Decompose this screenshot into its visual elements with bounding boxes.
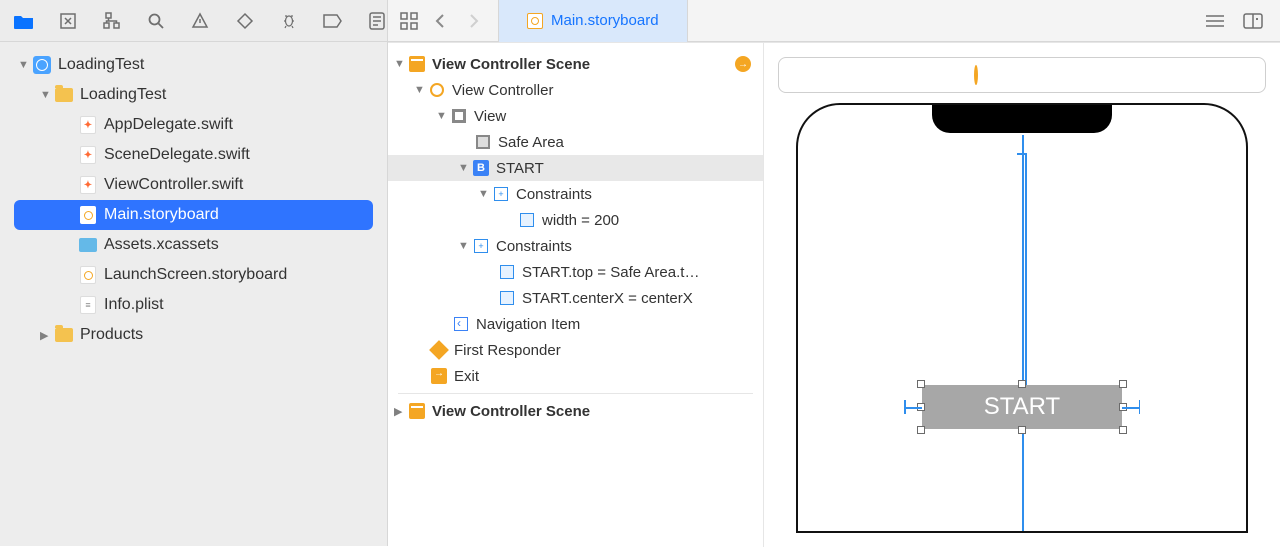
file-appdelegate[interactable]: AppDelegate.swift	[0, 110, 387, 140]
width-constraint-bar	[904, 400, 906, 414]
project-root[interactable]: ▼LoadingTest	[0, 50, 387, 80]
group-products[interactable]: ▶Products	[0, 320, 387, 350]
outline-first-responder[interactable]: First Responder	[388, 337, 763, 363]
selection-handle[interactable]	[1018, 380, 1026, 388]
file-viewcontroller[interactable]: ViewController.swift	[0, 170, 387, 200]
outline-nav-item[interactable]: Navigation Item	[388, 311, 763, 337]
outline-top-constraint[interactable]: START.top = Safe Area.t…	[388, 259, 763, 285]
selection-handle[interactable]	[917, 426, 925, 434]
outline-scene-2[interactable]: ▶View Controller Scene	[388, 398, 763, 424]
selection-handle[interactable]	[1119, 426, 1127, 434]
top-constraint-guide	[1021, 153, 1023, 403]
entry-point-icon	[735, 56, 751, 72]
issue-navigator-icon[interactable]	[190, 10, 210, 32]
outline-scene-1[interactable]: ▼View Controller Scene	[388, 51, 763, 77]
test-navigator-icon[interactable]	[235, 10, 255, 32]
selection-handle[interactable]	[917, 380, 925, 388]
file-main-storyboard[interactable]: Main.storyboard	[14, 200, 373, 230]
interface-builder-canvas[interactable]: START	[764, 43, 1280, 547]
vc-dock-icon[interactable]	[974, 67, 990, 83]
breakpoint-navigator-icon[interactable]	[323, 10, 343, 32]
start-button-canvas[interactable]: START	[922, 385, 1122, 429]
exit-dock-icon[interactable]	[1054, 67, 1070, 83]
source-control-icon[interactable]	[58, 10, 78, 32]
width-constraint-indicator	[904, 407, 922, 409]
add-editor-icon[interactable]	[1242, 10, 1264, 32]
start-button-label: START	[984, 393, 1060, 421]
file-assets[interactable]: Assets.xcassets	[0, 230, 387, 260]
selection-handle[interactable]	[1018, 426, 1026, 434]
toolbar: Main.storyboard	[0, 0, 1280, 42]
outline-centerx-constraint[interactable]: START.centerX = centerX	[388, 285, 763, 311]
debug-navigator-icon[interactable]	[279, 10, 299, 32]
report-navigator-icon[interactable]	[367, 10, 387, 32]
file-launchscreen[interactable]: LaunchScreen.storyboard	[0, 260, 387, 290]
related-items-icon[interactable]	[398, 10, 420, 32]
symbol-navigator-icon[interactable]	[102, 10, 122, 32]
tab-label: Main.storyboard	[551, 12, 659, 29]
device-frame[interactable]: START	[796, 103, 1248, 533]
outline-start-button[interactable]: ▼BSTART	[388, 155, 763, 181]
outline-constraints-1[interactable]: ▼Constraints	[388, 181, 763, 207]
file-scenedelegate[interactable]: SceneDelegate.swift	[0, 140, 387, 170]
navigator-toolbar	[0, 0, 388, 41]
find-navigator-icon[interactable]	[146, 10, 166, 32]
file-info-plist[interactable]: Info.plist	[0, 290, 387, 320]
editor-toolbar: Main.storyboard	[388, 0, 1280, 42]
document-outline: ▼View Controller Scene ▼View Controller …	[388, 43, 764, 547]
editor-tab[interactable]: Main.storyboard	[498, 0, 688, 42]
group-folder[interactable]: ▼LoadingTest	[0, 80, 387, 110]
scene-dock	[778, 57, 1266, 93]
outline-width-constraint[interactable]: width = 200	[388, 207, 763, 233]
editor-options-icon[interactable]	[1204, 10, 1226, 32]
first-responder-dock-icon[interactable]	[1014, 67, 1030, 83]
selection-handle[interactable]	[1119, 380, 1127, 388]
editor-area: LoadingTest〉 Lo…est〉 Ma…rd〉 Ma…se)〉 Vi…e…	[388, 42, 1280, 546]
outline-exit[interactable]: Exit	[388, 363, 763, 389]
forward-button[interactable]	[460, 7, 488, 35]
outline-constraints-2[interactable]: ▼Constraints	[388, 233, 763, 259]
back-button[interactable]	[426, 7, 454, 35]
storyboard-icon	[527, 13, 543, 29]
outline-safe-area[interactable]: Safe Area	[388, 129, 763, 155]
width-constraint-bar	[1139, 400, 1141, 414]
width-constraint-indicator	[1122, 407, 1140, 409]
outline-view[interactable]: ▼View	[388, 103, 763, 129]
project-navigator: ▼LoadingTest ▼LoadingTest AppDelegate.sw…	[0, 42, 388, 546]
outline-vc[interactable]: ▼View Controller	[388, 77, 763, 103]
project-navigator-icon[interactable]	[14, 10, 34, 32]
device-notch	[932, 105, 1112, 133]
